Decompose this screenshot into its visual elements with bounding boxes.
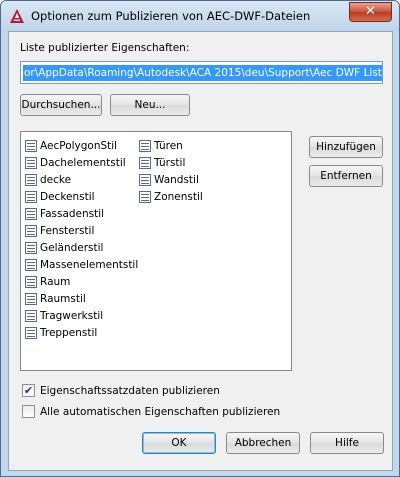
all-auto-properties-label: Alle automatischen Eigenschaften publizi… [40, 405, 281, 418]
list-item[interactable]: Zonenstil [139, 188, 203, 205]
list-item[interactable]: Türstil [139, 154, 203, 171]
property-list-icon [25, 207, 37, 220]
property-list-icon [25, 173, 37, 186]
property-list-icon [25, 156, 37, 169]
property-list-icon [25, 275, 37, 288]
ok-button[interactable]: OK [142, 432, 216, 454]
property-list-icon [25, 224, 37, 237]
list-column-1: AecPolygonStil Dachelementstil decke Decken… [25, 137, 138, 341]
property-list-icon [25, 258, 37, 271]
window-title: Optionen zum Publizieren von AEC-DWF-Dat… [31, 9, 311, 23]
dialog-window: Optionen zum Publizieren von AEC-DWF-Dat… [0, 0, 400, 477]
close-button[interactable]: ✕ [349, 2, 392, 22]
list-item[interactable]: Tragwerkstil [25, 307, 138, 324]
list-item[interactable]: Türen [139, 137, 203, 154]
list-item[interactable]: Fassadenstil [25, 205, 138, 222]
all-auto-properties-checkbox[interactable] [22, 405, 35, 418]
title-bar[interactable]: Optionen zum Publizieren von AEC-DWF-Dat… [1, 1, 399, 31]
property-list-icon [25, 139, 37, 152]
list-item[interactable]: Fensterstil [25, 222, 138, 239]
list-item[interactable]: Raum [25, 273, 138, 290]
list-item-label: AecPolygonStil [40, 139, 118, 152]
browse-button[interactable]: Durchsuchen... [20, 94, 102, 116]
path-field-value: or\AppData\Roaming\Autodesk\ACA 2015\deu… [23, 65, 382, 81]
list-item[interactable]: Deckenstil [25, 188, 138, 205]
list-item-label: Treppenstil [40, 326, 98, 339]
list-item[interactable]: Geländerstil [25, 239, 138, 256]
list-item[interactable]: Wandstil [139, 171, 203, 188]
property-list-path-field[interactable]: or\AppData\Roaming\Autodesk\ACA 2015\deu… [20, 61, 383, 84]
new-button[interactable]: Neu... [110, 94, 190, 116]
property-list-icon [139, 139, 151, 152]
list-item-label: Türstil [154, 156, 186, 169]
help-button[interactable]: Hilfe [310, 432, 384, 454]
property-list-icon [139, 173, 151, 186]
list-item-label: Massenelementstil [40, 258, 139, 271]
property-list-box[interactable]: AecPolygonStil Dachelementstil decke Decken… [20, 131, 292, 371]
property-list-icon [25, 190, 37, 203]
property-list-icon [139, 190, 151, 203]
property-list-icon [25, 326, 37, 339]
list-item-label: Dachelementstil [40, 156, 126, 169]
list-item-label: decke [40, 173, 72, 186]
list-item-label: Fensterstil [40, 224, 95, 237]
dialog-client-area: Liste publizierter Eigenschaften: or\App… [8, 31, 393, 471]
property-list-icon [139, 156, 151, 169]
list-item-label: Geländerstil [40, 241, 104, 254]
published-properties-label: Liste publizierter Eigenschaften: [20, 42, 190, 54]
property-list-icon [25, 241, 37, 254]
list-item-label: Zonenstil [154, 190, 203, 203]
list-column-2: Türen Türstil Wandstil Zonenstil [139, 137, 203, 205]
list-item[interactable]: decke [25, 171, 138, 188]
list-item[interactable]: Dachelementstil [25, 154, 138, 171]
property-sets-label: Eigenschaftssatzdaten publizieren [40, 384, 220, 397]
property-sets-checkbox[interactable]: ✔ [22, 384, 35, 397]
list-item-label: Raum [40, 275, 71, 288]
cancel-button[interactable]: Abbrechen [226, 432, 300, 454]
list-item[interactable]: Massenelementstil [25, 256, 138, 273]
property-list-icon [25, 292, 37, 305]
remove-button[interactable]: Entfernen [309, 165, 383, 187]
property-sets-option[interactable]: ✔ Eigenschaftssatzdaten publizieren [22, 384, 220, 397]
list-item-label: Türen [154, 139, 183, 152]
add-button[interactable]: Hinzufügen [309, 136, 383, 158]
all-auto-properties-option[interactable]: Alle automatischen Eigenschaften publizi… [22, 405, 280, 418]
list-item-label: Tragwerkstil [40, 309, 104, 322]
list-item-label: Deckenstil [40, 190, 95, 203]
list-item-label: Wandstil [154, 173, 199, 186]
list-item[interactable]: Treppenstil [25, 324, 138, 341]
list-item-label: Raumstil [40, 292, 86, 305]
autocad-app-icon [10, 9, 24, 23]
property-list-icon [25, 309, 37, 322]
list-item-label: Fassadenstil [40, 207, 105, 220]
list-item[interactable]: Raumstil [25, 290, 138, 307]
list-item[interactable]: AecPolygonStil [25, 137, 138, 154]
